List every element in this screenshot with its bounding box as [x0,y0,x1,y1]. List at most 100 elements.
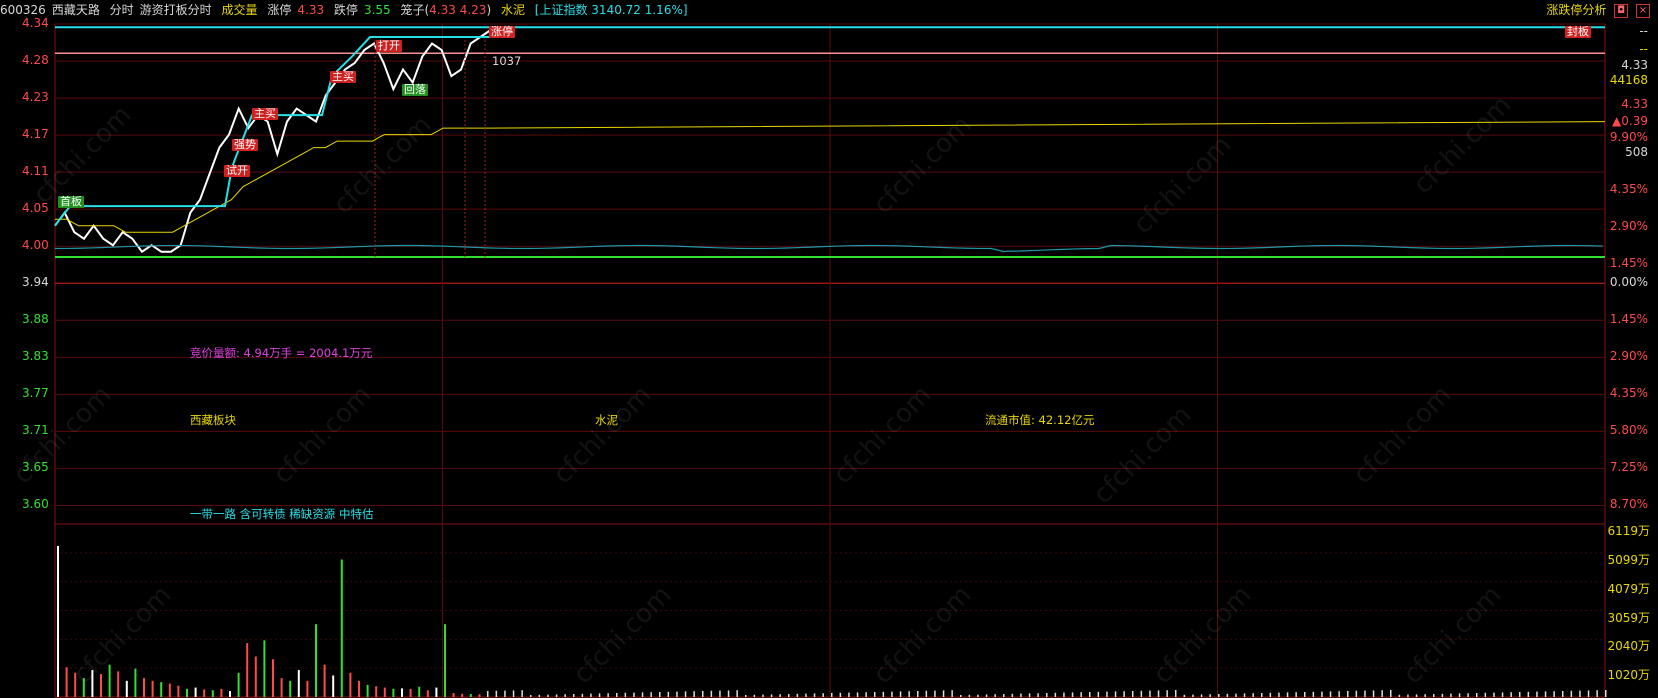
volume-bar [762,694,764,697]
volume-bar [418,686,421,697]
side-value: -- [1639,24,1648,38]
volume-bar [891,691,893,697]
price-tick: 3.77 [22,386,49,401]
volume-bar [1450,693,1452,697]
volume-tick: 1020万 [1607,668,1650,683]
side-value: 44168 [1609,73,1648,87]
volume-bar [616,693,618,697]
volume-bar [1441,693,1444,697]
tag-fallback: 回落 [402,83,428,96]
volume-bar [246,643,249,697]
volume-tick: 6119万 [1607,524,1650,538]
volume-bar [1424,694,1426,697]
concept-list[interactable]: 一带一路 含可转债 稀缺资源 中特估 [190,506,373,522]
volume-bar [1544,691,1547,697]
volume-bar [168,683,171,697]
volume-bar [925,690,928,697]
volume-bar [951,690,953,697]
volume-bar [779,694,781,697]
region-block[interactable]: 西藏板块 [190,412,236,428]
volume-tick: 2040万 [1607,639,1650,654]
volume-bar [340,559,343,697]
volume-bar [1123,691,1125,697]
volume-bar [297,670,300,697]
volume-bar [564,694,566,697]
volume-bar [1321,691,1323,697]
side-value: 508 [1625,145,1648,159]
price-tick: 4.34 [22,16,49,30]
price-tick: 4.00 [22,238,49,253]
volume-bar [1458,693,1461,697]
volume-bar [822,693,824,697]
volume-bar [1484,692,1487,697]
volume-bar [581,693,584,697]
volume-bar [796,693,799,697]
volume-bar [229,691,231,697]
volume-bar [306,680,309,697]
volume-bar [1553,691,1555,697]
volume-bar [1501,692,1504,697]
tag-try-open: 试开 [224,164,250,177]
side-value: ▲0.39 [1612,114,1648,128]
volume-bar [469,694,472,697]
volume-bar [1132,691,1134,697]
volume-bar [745,695,747,697]
volume-bar [1200,694,1203,697]
volume-bar [1054,692,1057,697]
volume-bar [1114,691,1117,697]
volume-bar [1071,692,1074,697]
volume-count: 1037 [492,54,522,68]
volume-bar [667,691,670,697]
percent-tick: 7.25% [1609,460,1648,475]
volume-bar [487,691,489,697]
volume-bar [263,640,266,697]
tag-seal-board: 封板 [1565,25,1591,38]
side-value: 4.33 [1621,58,1648,72]
volume-bar [530,695,532,697]
volume-bar [1364,690,1366,697]
volume-bar [968,694,971,697]
volume-bar [504,690,506,697]
volume-bar [1519,692,1521,697]
volume-bar [1433,694,1435,697]
volume-bar [865,692,867,697]
price-tick: 3.83 [22,349,49,364]
volume-bar [392,688,395,697]
volume-bar [1390,690,1392,697]
volume-bar [1338,691,1340,697]
volume-bar [702,691,704,697]
volume-bar [1089,692,1091,697]
volume-bar [1355,690,1358,697]
volume-bar [280,678,283,697]
side-value: 4.33 [1621,97,1648,111]
price-tick: 3.94 [22,275,49,290]
volume-bar [1149,690,1151,697]
percent-tick: 2.90% [1609,219,1648,234]
volume-bar [1175,690,1177,697]
volume-bar [254,656,257,697]
volume-bar [547,694,549,697]
volume-bar [684,691,687,697]
volume-bar [538,694,541,697]
volume-bar [659,692,661,697]
tag-active-buy: 主买 [252,107,278,120]
volume-bar [788,694,790,697]
volume-bar [1587,690,1590,697]
volume-bar [908,691,910,697]
volume-bar [1605,690,1607,697]
volume-bar [1570,690,1573,697]
tag-limit-up: 涨停 [489,25,515,38]
price-tick: 4.28 [22,53,49,68]
volume-bar [727,690,730,697]
price-tick: 4.23 [22,90,49,105]
tag-first-board: 首板 [58,195,84,208]
volume-bar [917,691,919,697]
price-tick: 3.88 [22,312,49,327]
auction-info: 竞价量额: 4.94万手 = 2004.1万元 [190,346,373,360]
volume-bar [1278,692,1280,697]
volume-bar [117,671,120,697]
volume-bar [1536,691,1538,697]
volume-bar [985,694,988,697]
volume-bar [1476,693,1478,697]
volume-bar [435,687,438,697]
